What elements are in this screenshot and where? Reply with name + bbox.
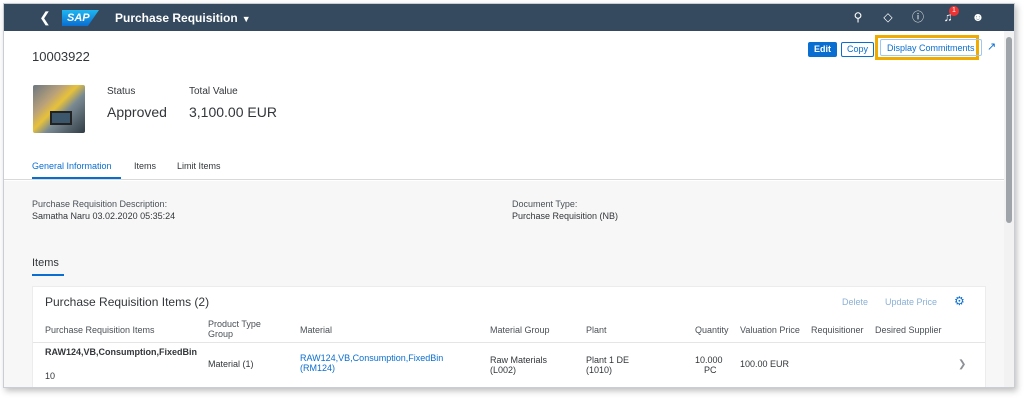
- scrollbar-thumb[interactable]: [1006, 37, 1012, 223]
- status-label: Status: [107, 86, 136, 97]
- caret-down-icon: ▼: [241, 14, 251, 24]
- column-header: Purchase Requisition Items: [45, 325, 155, 335]
- table-settings-icon[interactable]: ⚙: [954, 295, 966, 307]
- total-value: 3,100.00 EUR: [189, 104, 277, 120]
- share-icon[interactable]: ↗: [987, 41, 999, 53]
- items-heading-underline: [32, 274, 64, 276]
- app-title-menu[interactable]: Purchase Requisition ▼: [115, 11, 251, 25]
- edit-button[interactable]: Edit: [808, 42, 837, 57]
- tab-bar: General Information Items Limit Items: [4, 156, 1004, 180]
- column-header: Valuation Price: [740, 325, 800, 335]
- column-header: Quantity: [695, 325, 729, 335]
- help-icon[interactable]: ⓘ: [910, 7, 926, 27]
- header-actions: Edit Copy: [808, 42, 875, 57]
- notification-count-badge: 1: [949, 6, 959, 16]
- app-frame: ❮ SAP Purchase Requisition ▼ ⚲ ◇ ⓘ ♫ 1 ☻ 1…: [3, 3, 1015, 388]
- column-header: Plant: [586, 325, 607, 335]
- user-profile-icon[interactable]: ☻: [970, 7, 986, 27]
- column-header: Product Type Group: [208, 319, 261, 339]
- object-image: [33, 85, 85, 133]
- item-name[interactable]: RAW124,VB,Consumption,FixedBin: [45, 347, 200, 357]
- shell-bar: ❮ SAP Purchase Requisition ▼ ⚲ ◇ ⓘ ♫ 1 ☻: [4, 4, 1014, 31]
- total-value-label: Total Value: [189, 86, 238, 97]
- column-header: Desired Supplier: [875, 325, 942, 335]
- material-group: Raw Materials (L002): [490, 355, 548, 375]
- document-type-label: Document Type:: [512, 199, 578, 209]
- items-table: Purchase Requisition Items (2) Delete Up…: [32, 286, 986, 387]
- sap-logo[interactable]: SAP: [62, 10, 99, 26]
- copilot-icon[interactable]: ◇: [880, 7, 896, 27]
- plant: Plant 1 DE (1010): [586, 355, 630, 375]
- app-title-text: Purchase Requisition: [115, 11, 238, 25]
- description-value: Samatha Naru 03.02.2020 05:35:24: [32, 211, 176, 221]
- description-label: Purchase Requisition Description:: [32, 199, 168, 209]
- copy-button[interactable]: Copy: [841, 42, 875, 57]
- item-number: 10: [45, 371, 56, 381]
- notifications-bell-icon[interactable]: ♫ 1: [940, 6, 959, 27]
- shell-actions: ⚲ ◇ ⓘ ♫ 1 ☻: [850, 6, 986, 27]
- row-navigation-chevron-icon[interactable]: ❯: [958, 359, 966, 370]
- column-header: Material: [300, 325, 333, 335]
- quantity: 10.000: [695, 355, 723, 365]
- valuation-price: 100.00 EUR: [740, 359, 790, 369]
- display-commitments-button[interactable]: Display Commitments: [880, 39, 982, 56]
- tab-general-information[interactable]: General Information: [32, 161, 112, 171]
- active-tab-indicator: [32, 177, 121, 179]
- product-type-group: Material (1): [208, 359, 254, 369]
- vertical-scrollbar[interactable]: [1004, 31, 1014, 387]
- delete-button[interactable]: Delete: [842, 297, 868, 307]
- object-id: 10003922: [32, 49, 90, 64]
- header-divider: [33, 342, 985, 343]
- table-title: Purchase Requisition Items (2): [45, 295, 210, 309]
- column-header: Requisitioner: [811, 325, 864, 335]
- tab-items[interactable]: Items: [134, 161, 156, 171]
- update-price-button[interactable]: Update Price: [885, 297, 937, 307]
- tablet-illustration: [50, 111, 72, 125]
- items-section-heading: Items: [32, 257, 59, 269]
- status-value: Approved: [107, 104, 167, 120]
- search-icon[interactable]: ⚲: [850, 7, 866, 27]
- unit-of-measure: PC: [704, 365, 717, 375]
- material-link[interactable]: RAW124,VB,Consumption,FixedBin (RM124): [300, 353, 450, 373]
- back-chevron-icon[interactable]: ❮: [38, 9, 52, 25]
- document-type-value: Purchase Requisition (NB): [512, 211, 619, 221]
- column-header: Material Group: [490, 325, 550, 335]
- tab-limit-items[interactable]: Limit Items: [177, 161, 221, 171]
